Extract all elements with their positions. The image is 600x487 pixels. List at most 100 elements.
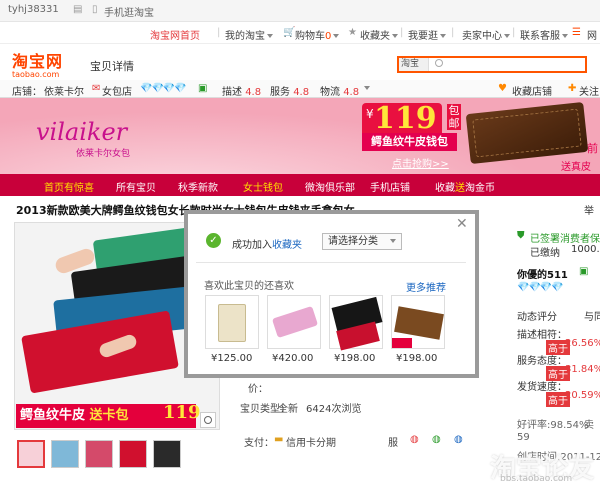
view-count: 6424次浏览 (306, 404, 362, 415)
search-scope-tab[interactable]: 淘宝 (399, 58, 429, 71)
shop-cert-icon: ▣ (198, 83, 208, 94)
dialog-divider (196, 262, 466, 263)
good-rate-tail: 卖 (584, 420, 594, 431)
recommend-item-price: ¥198.00 (334, 353, 376, 364)
thumbnail[interactable] (17, 440, 45, 468)
caption-text: 鳄鱼纹牛皮 (20, 408, 86, 423)
banner-price: 119 (374, 101, 437, 136)
recommend-item-image[interactable] (391, 295, 445, 349)
recommend-item-image[interactable] (329, 295, 383, 351)
more-recommend-link[interactable]: 更多推荐 (406, 279, 446, 294)
shop-badge-icon: ✉ (92, 83, 101, 94)
service-icon: ◍ (410, 434, 419, 445)
shop-nav-coins[interactable]: 收藏送淘金币 (435, 179, 495, 194)
good-rate: 好评率:98.54% (517, 420, 589, 431)
shop-nav-mobile[interactable]: 手机店铺 (370, 179, 410, 194)
compare-label: 与同 (584, 312, 600, 323)
diamond-rating-icon: 💎💎💎💎 (517, 282, 564, 293)
taobao-logo[interactable]: 淘宝网 taobao.com (12, 48, 72, 79)
follow-shop-link[interactable]: 关注 (579, 83, 599, 98)
nav-seller-center-link[interactable]: 卖家中心 (462, 27, 510, 42)
nav-site-map-link[interactable]: 网 (587, 27, 597, 42)
shop-info-bar: 店铺： 依莱卡尔 ✉ 女包店 💎💎💎💎 ▣ 描述 4.8 服务 4.8 物流 4… (0, 80, 600, 98)
shop-nav-club[interactable]: 微淘俱乐部 (305, 179, 355, 194)
category-select[interactable]: 请选择分类 (322, 233, 402, 250)
payment-label: 支付： (244, 438, 274, 449)
service-icon: ◍ (432, 434, 441, 445)
recommend-item-price: ¥198.00 (396, 353, 438, 364)
mobile-taobao-link[interactable]: 手机逛淘宝 (104, 4, 154, 19)
shop-type: 女包店 (102, 87, 132, 98)
thumbnail[interactable] (85, 440, 113, 468)
score-service-label: 服务态度： (517, 356, 567, 367)
service-icon: ◍ (454, 434, 463, 445)
search-icon (435, 59, 443, 67)
category-select-value: 请选择分类 (328, 236, 378, 247)
caption-gift: 送卡包 (89, 408, 129, 423)
banner-buy-link[interactable]: 点击抢购>> (392, 155, 449, 170)
search-input[interactable]: 淘宝 (397, 56, 587, 73)
username-link[interactable]: tyhj38331 (8, 4, 59, 15)
banner-side-text: 前 (587, 142, 598, 155)
recommend-item-image[interactable] (267, 295, 321, 349)
shop-label: 店铺： (12, 87, 42, 98)
favorite-shop-link[interactable]: 收藏店铺 (512, 83, 552, 98)
recommend-item-price: ¥420.00 (272, 353, 314, 364)
plus-icon: ✚ (568, 83, 577, 94)
thumbnail[interactable] (153, 440, 181, 468)
wallet-brown (394, 306, 444, 340)
brand-logo: vilaiker (36, 118, 128, 146)
shop-nav-home[interactable]: 首页有惊喜 (44, 179, 94, 194)
image-caption: 鳄鱼纹牛皮 送卡包 119 (16, 402, 201, 428)
shop-nav-wallets[interactable]: 女士钱包 (243, 179, 283, 194)
chat-icon[interactable]: ▣ (579, 266, 588, 277)
shield-icon: ⛊ (517, 230, 525, 241)
close-icon[interactable]: ✕ (456, 216, 468, 232)
nav-divider: | (451, 27, 455, 38)
score-service-value: 31.84% (565, 364, 600, 375)
nav-divider: | (512, 27, 516, 38)
recommend-item-price: ¥125.00 (211, 353, 253, 364)
zoom-icon[interactable] (200, 412, 216, 428)
deposit-label: 已缴纳 (530, 248, 560, 259)
thumbnail[interactable] (119, 440, 147, 468)
message-icon[interactable]: ▤ (73, 4, 82, 15)
guarantee-text: 已签署消费者保 (530, 234, 600, 245)
nav-divider: | (217, 27, 221, 38)
credit-card-icon: ▬ (274, 434, 284, 445)
nav-my-taobao-link[interactable]: 我的淘宝 (225, 27, 273, 42)
seller-nick[interactable]: 你優的511 (517, 266, 568, 281)
nav-customer-service-link[interactable]: 联系客服 (520, 27, 568, 42)
nav-home-link[interactable]: 淘宝网首页 (150, 27, 200, 42)
nav-cart-link[interactable]: 购物车0 (295, 27, 340, 42)
wallet-pink (271, 306, 319, 338)
shop-nav-all[interactable]: 所有宝贝 (116, 179, 156, 194)
shop-nav-autumn[interactable]: 秋季新款 (178, 179, 218, 194)
currency-symbol: ¥ (366, 107, 374, 121)
check-circle-icon: ✓ (206, 233, 221, 248)
brand-subtitle: 依莱卡尔女包 (76, 149, 131, 159)
nav-favorites-link[interactable]: 收藏夹 (360, 27, 398, 42)
shop-name-link[interactable]: 依莱卡尔 (44, 83, 84, 98)
chevron-down-icon (388, 234, 396, 249)
recommend-item-image[interactable] (205, 295, 259, 349)
recommend-title: 喜欢此宝贝的还喜欢 (204, 281, 294, 292)
banner-product-title: 鳄鱼纹牛皮钱包 (362, 133, 457, 151)
thumbnail[interactable] (51, 440, 79, 468)
menu-icon[interactable]: ☰ (572, 27, 581, 38)
report-link[interactable]: 举 (584, 202, 594, 217)
favorites-link[interactable]: 收藏夹 (272, 240, 302, 251)
logo-text: 淘宝网 (12, 52, 64, 71)
nav-browse-link[interactable]: 我要逛 (408, 27, 446, 42)
heart-icon: ♥ (498, 83, 507, 94)
chevron-down-icon[interactable] (362, 83, 370, 94)
installment-option[interactable]: 信用卡分期 (286, 434, 336, 449)
rating-service: 服务 4.8 (270, 87, 310, 98)
banner-gift-text: 送真皮 (561, 162, 591, 173)
success-text: 成功加入 (232, 240, 272, 251)
rating-shipping: 物流 4.8 (320, 87, 360, 98)
caption-price: 119 (163, 402, 201, 423)
success-message: 成功加入收藏夹 (232, 236, 302, 251)
price-ribbon (392, 338, 412, 348)
deposit-amount: 1000. (571, 244, 600, 255)
